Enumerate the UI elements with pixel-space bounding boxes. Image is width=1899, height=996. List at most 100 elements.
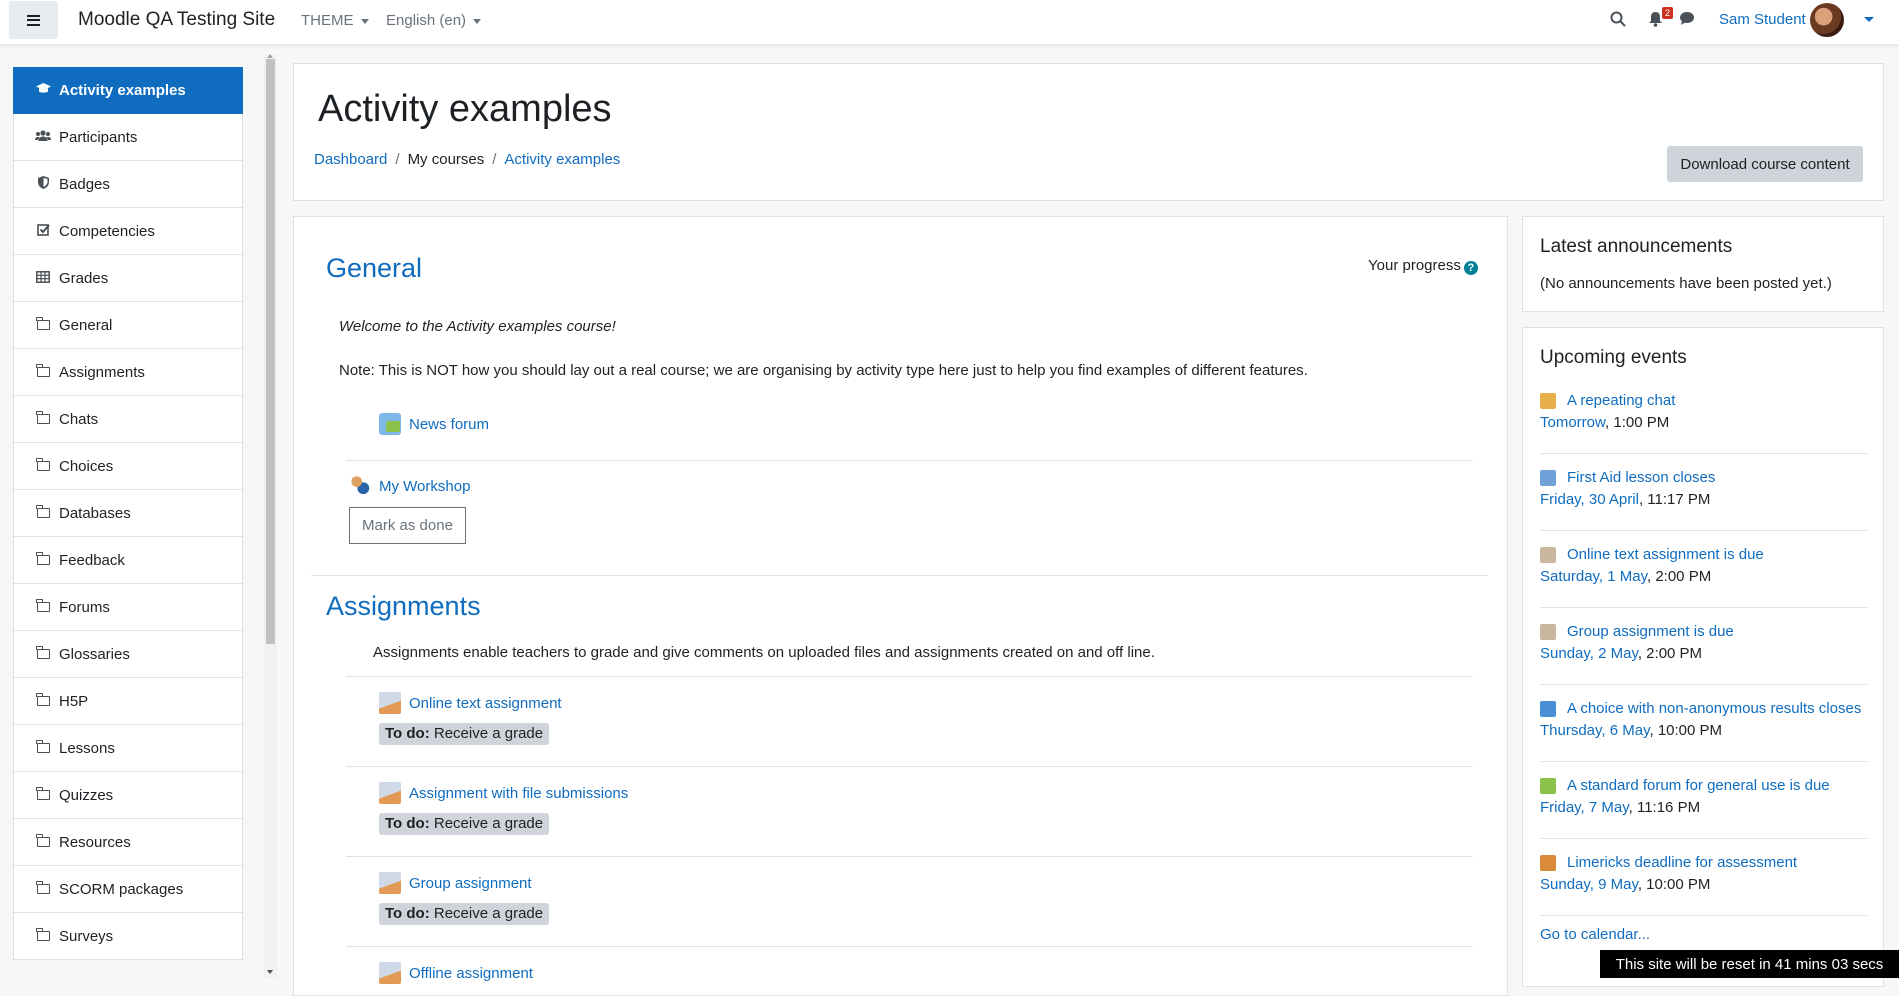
search-icon[interactable]: [1610, 11, 1626, 32]
assignment-icon: [379, 692, 401, 714]
page-header: Activity examples Dashboard / My courses / A…: [293, 63, 1884, 201]
sidebar-item-h5p[interactable]: H5P: [13, 678, 243, 725]
event-name-link[interactable]: Online text assignment is due: [1567, 544, 1764, 566]
sidebar-item-resources[interactable]: Resources: [13, 819, 243, 866]
sidebar-item-label: Feedback: [59, 551, 125, 569]
event-name-link[interactable]: A standard forum for general use is due: [1567, 775, 1830, 797]
scrollbar-thumb[interactable]: [266, 59, 275, 644]
scroll-down-arrow: [267, 970, 273, 974]
block-title: Latest announcements: [1540, 236, 1733, 257]
mark-as-done-button[interactable]: Mark as done: [349, 507, 466, 544]
folder-icon: [35, 598, 51, 615]
event-date-link[interactable]: Tomorrow: [1540, 414, 1605, 431]
sidebar-item-surveys[interactable]: Surveys: [13, 913, 243, 960]
completion-todo-badge: To do: Receive a grade: [379, 723, 550, 745]
sidebar-item-label: Grades: [59, 269, 109, 287]
announcements-empty-text: (No announcements have been posted yet.): [1540, 275, 1832, 292]
folder-icon: [35, 551, 51, 568]
event-date-link[interactable]: Saturday, 1 May: [1540, 568, 1647, 585]
activity-assignment-with-file-submissions[interactable]: Assignment with file submissions: [379, 782, 628, 804]
assignment-icon: [1540, 547, 1556, 563]
user-menu-chevron-icon[interactable]: [1864, 17, 1874, 22]
sidebar-item-label: Assignments: [59, 363, 145, 381]
bell-icon[interactable]: [1648, 11, 1663, 32]
sidebar-item-choices[interactable]: Choices: [13, 443, 243, 490]
divider: [1540, 838, 1867, 839]
choice-icon: [1540, 701, 1556, 717]
divider: [1540, 530, 1867, 531]
section-divider: [311, 575, 1488, 576]
lesson-icon: [1540, 470, 1556, 486]
divider: [1540, 915, 1867, 916]
sidebar-item-label: General: [59, 316, 113, 334]
event-item: Limericks deadline for assessment Sunday,…: [1540, 852, 1867, 916]
chevron-down-icon: [360, 18, 369, 24]
assignment-icon: [379, 962, 401, 984]
sidebar-item-badges[interactable]: Badges: [13, 161, 243, 208]
activity-online-text-assignment[interactable]: Online text assignment: [379, 692, 562, 714]
drawer-toggle-button[interactable]: [9, 1, 58, 39]
event-date-link[interactable]: Thursday, 6 May: [1540, 722, 1649, 739]
folder-icon: [35, 833, 51, 850]
event-date-link[interactable]: Friday, 30 April: [1540, 491, 1639, 508]
activity-news-forum[interactable]: News forum: [379, 413, 489, 435]
event-date-link[interactable]: Friday, 7 May: [1540, 799, 1629, 816]
divider: [346, 460, 1473, 461]
folder-icon: [35, 645, 51, 662]
workshop-icon: [1540, 855, 1556, 871]
language-menu[interactable]: English (en): [386, 12, 482, 29]
event-name-link[interactable]: A repeating chat: [1567, 390, 1675, 412]
user-name[interactable]: Sam Student: [1719, 11, 1806, 28]
sidebar-item-chats[interactable]: Chats: [13, 396, 243, 443]
sidebar-item-forums[interactable]: Forums: [13, 584, 243, 631]
event-name-link[interactable]: Group assignment is due: [1567, 621, 1734, 643]
event-time: , 2:00 PM: [1637, 645, 1703, 662]
sidebar-item-assignments[interactable]: Assignments: [13, 349, 243, 396]
sidebar-item-label: Activity examples: [59, 82, 186, 99]
sidebar-item-label: Choices: [59, 457, 114, 475]
section-title-assignments[interactable]: Assignments: [326, 591, 481, 622]
folder-icon: [35, 739, 51, 756]
completion-todo-badge: To do: Receive a grade: [379, 813, 550, 835]
sidebar-item-lessons[interactable]: Lessons: [13, 725, 243, 772]
sidebar-item-participants[interactable]: Participants: [13, 114, 243, 161]
event-name-link[interactable]: First Aid lesson closes: [1567, 467, 1715, 489]
theme-menu[interactable]: THEME: [301, 12, 369, 29]
messages-icon[interactable]: [1679, 11, 1695, 31]
go-to-calendar-link[interactable]: Go to calendar...: [1540, 924, 1867, 946]
event-name-link[interactable]: A choice with non-anonymous results clos…: [1567, 698, 1861, 720]
sidebar-item-feedback[interactable]: Feedback: [13, 537, 243, 584]
event-time: , 1:00 PM: [1605, 414, 1670, 431]
event-date-link[interactable]: Sunday, 9 May: [1540, 876, 1638, 893]
breadcrumb-dashboard[interactable]: Dashboard: [314, 151, 387, 168]
download-course-content-button[interactable]: Download course content: [1667, 146, 1863, 182]
avatar[interactable]: [1810, 3, 1844, 37]
sidebar-item-general[interactable]: General: [13, 302, 243, 349]
help-icon[interactable]: ?: [1463, 261, 1478, 275]
sidebar-item-glossaries[interactable]: Glossaries: [13, 631, 243, 678]
activity-offline-assignment[interactable]: Offline assignment: [379, 962, 533, 984]
graduation-cap-icon: [35, 83, 51, 98]
course-nav-list: Activity examples Participants Badges Compe…: [13, 67, 243, 960]
assignment-icon: [379, 872, 401, 894]
section-title-general[interactable]: General: [326, 253, 422, 284]
site-name[interactable]: Moodle QA Testing Site: [78, 9, 275, 31]
sidebar-item-competencies[interactable]: Competencies: [13, 208, 243, 255]
sidebar-item-scorm-packages[interactable]: SCORM packages: [13, 866, 243, 913]
folder-icon: [35, 692, 51, 709]
activity-my-workshop[interactable]: My Workshop: [349, 475, 470, 497]
drawer-scrollbar[interactable]: [264, 54, 277, 978]
sidebar-item-databases[interactable]: Databases: [13, 490, 243, 537]
sidebar-item-quizzes[interactable]: Quizzes: [13, 772, 243, 819]
sidebar-item-activity-examples[interactable]: Activity examples: [13, 67, 243, 114]
event-date-link[interactable]: Sunday, 2 May: [1540, 645, 1638, 662]
event-item: First Aid lesson closes Friday, 30 April,…: [1540, 467, 1867, 531]
folder-icon: [35, 786, 51, 803]
breadcrumb-course[interactable]: Activity examples: [504, 151, 620, 168]
sidebar-item-grades[interactable]: Grades: [13, 255, 243, 302]
event-time: , 10:00 PM: [1637, 876, 1711, 893]
activity-group-assignment[interactable]: Group assignment: [379, 872, 532, 894]
your-progress: Your progress?: [1368, 257, 1478, 275]
divider: [1540, 684, 1867, 685]
event-name-link[interactable]: Limericks deadline for assessment: [1567, 852, 1797, 874]
